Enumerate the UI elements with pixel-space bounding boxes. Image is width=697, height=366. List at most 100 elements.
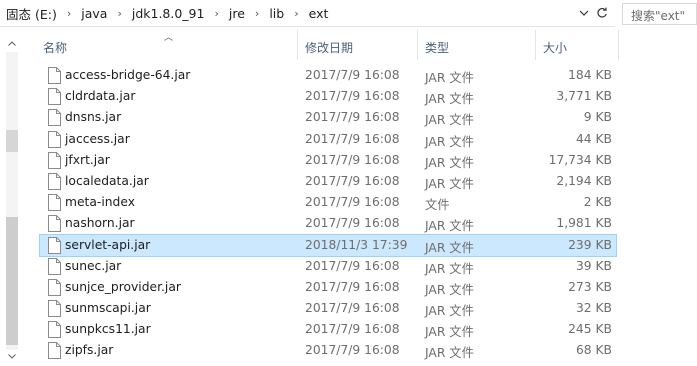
column-header-type[interactable]: 类型 [418,30,536,60]
file-size: 1,981 KB [556,216,612,231]
navigation-scrollbar-thumb[interactable] [6,217,18,345]
column-header-name-label: 名称 [43,41,68,55]
file-date: 2018/11/3 17:39 [305,237,408,252]
file-icon [48,172,61,190]
breadcrumb-jdk[interactable]: jdk1.8.0_91 [128,6,209,21]
file-list: access-bridge-64.jar 2017/7/9 16:08 JAR … [39,65,617,362]
file-date: 2017/7/9 16:08 [305,131,400,146]
file-icon [48,278,61,296]
file-date: 2017/7/9 16:08 [305,343,400,358]
refresh-icon [597,7,607,18]
file-type: JAR 文件 [425,92,474,107]
column-header-name[interactable]: ︿ 名称 [36,30,298,60]
file-row[interactable]: servlet-api.jar 2018/11/3 17:39 JAR 文件 2… [39,233,617,257]
file-name: jaccess.jar [65,131,130,146]
file-row[interactable]: sunmscapi.jar 2017/7/9 16:08 JAR 文件 32 K… [40,298,616,319]
file-type: JAR 文件 [425,113,474,128]
chevron-down-icon [579,10,589,16]
file-name: cldrdata.jar [65,89,136,104]
breadcrumb-separator-icon[interactable]: › [288,7,304,20]
column-header-size[interactable]: 大小 [536,30,619,60]
file-type: JAR 文件 [425,282,474,297]
file-type: JAR 文件 [425,219,474,234]
file-row[interactable]: sunpkcs11.jar 2017/7/9 16:08 JAR 文件 245 … [40,319,616,340]
file-date: 2017/7/9 16:08 [305,195,400,210]
file-date: 2017/7/9 16:08 [305,89,400,104]
file-size: 184 KB [568,68,612,82]
file-row[interactable]: cldrdata.jar 2017/7/9 16:08 JAR 文件 3,771… [40,86,616,107]
chevron-up-icon [8,40,16,46]
file-name: zipfs.jar [65,343,114,358]
file-icon [48,151,61,169]
file-row[interactable]: sunjce_provider.jar 2017/7/9 16:08 JAR 文… [40,277,616,298]
file-icon [48,236,61,254]
file-type: JAR 文件 [425,346,474,361]
file-date: 2017/7/9 16:08 [305,279,400,294]
column-header-size-label: 大小 [543,41,568,55]
breadcrumb-java[interactable]: java [77,6,111,21]
breadcrumb-ext[interactable]: ext [305,6,333,21]
breadcrumb-separator-icon[interactable]: › [61,7,77,20]
file-type: JAR 文件 [425,261,474,276]
breadcrumb-separator-icon[interactable]: › [208,7,224,20]
file-row[interactable]: jfxrt.jar 2017/7/9 16:08 JAR 文件 17,734 K… [40,150,616,171]
file-icon [48,215,61,233]
scroll-down-button[interactable] [6,351,18,361]
sort-up-icon: ︿ [164,33,174,43]
address-history-dropdown[interactable] [577,4,591,22]
file-name: servlet-api.jar [65,237,151,252]
file-row[interactable]: sunec.jar 2017/7/9 16:08 JAR 文件 39 KB [40,256,616,277]
file-size: 2,194 KB [556,173,612,188]
breadcrumb-jre[interactable]: jre [225,6,249,21]
file-type: JAR 文件 [425,155,474,170]
file-name: jfxrt.jar [65,152,110,167]
file-row[interactable]: nashorn.jar 2017/7/9 16:08 JAR 文件 1,981 … [40,213,616,234]
breadcrumb-drive[interactable]: 固态 (E:) [2,4,61,23]
file-date: 2017/7/9 16:08 [305,152,400,167]
refresh-button[interactable] [594,4,610,22]
file-size: 245 KB [568,322,612,337]
file-name: dnsns.jar [65,110,122,125]
file-type: 文件 [425,198,450,213]
navigation-scrollbar-marker [6,130,18,152]
search-input[interactable]: 搜索"ext" [622,3,697,25]
breadcrumb: 固态 (E:) › java › jdk1.8.0_91 › jre › lib… [2,4,332,22]
file-date: 2017/7/9 16:08 [305,322,400,337]
file-row[interactable]: localedata.jar 2017/7/9 16:08 JAR 文件 2,1… [40,171,616,192]
file-size: 32 KB [575,301,612,316]
file-icon [48,88,61,106]
file-icon [48,67,61,84]
scroll-up-button[interactable] [6,38,18,48]
file-icon [48,194,61,212]
file-row[interactable]: meta-index 2017/7/9 16:08 文件 2 KB [40,192,616,213]
file-date: 2017/7/9 16:08 [305,301,400,316]
file-row[interactable]: zipfs.jar 2017/7/9 16:08 JAR 文件 68 KB [40,340,616,361]
file-icon [48,109,61,127]
file-name: meta-index [65,195,135,210]
file-type: JAR 文件 [425,176,474,191]
file-type: JAR 文件 [425,240,474,255]
file-row[interactable]: dnsns.jar 2017/7/9 16:08 JAR 文件 9 KB [40,107,616,128]
file-icon [48,257,61,275]
file-icon [48,342,61,360]
column-header-date[interactable]: 修改日期 [298,30,418,60]
file-row[interactable]: jaccess.jar 2017/7/9 16:08 JAR 文件 44 KB [40,129,616,150]
file-size: 68 KB [575,343,612,358]
file-name: localedata.jar [65,173,149,188]
breadcrumb-separator-icon[interactable]: › [249,7,265,20]
file-icon [48,300,61,318]
column-header-type-label: 类型 [425,41,450,55]
address-bar[interactable]: 固态 (E:) › java › jdk1.8.0_91 › jre › lib… [0,0,615,27]
breadcrumb-lib[interactable]: lib [265,6,288,21]
breadcrumb-separator-icon[interactable]: › [111,7,127,20]
file-size: 9 KB [583,110,612,125]
file-name: sunmscapi.jar [65,301,151,316]
file-date: 2017/7/9 16:08 [305,216,400,231]
file-icon [48,130,61,148]
file-row[interactable]: access-bridge-64.jar 2017/7/9 16:08 JAR … [40,65,616,86]
chevron-down-icon [8,353,16,359]
file-type: JAR 文件 [425,304,474,319]
file-size: 39 KB [575,258,612,273]
file-size: 3,771 KB [556,89,612,104]
column-headers: ︿ 名称 修改日期 类型 大小 [36,30,619,60]
